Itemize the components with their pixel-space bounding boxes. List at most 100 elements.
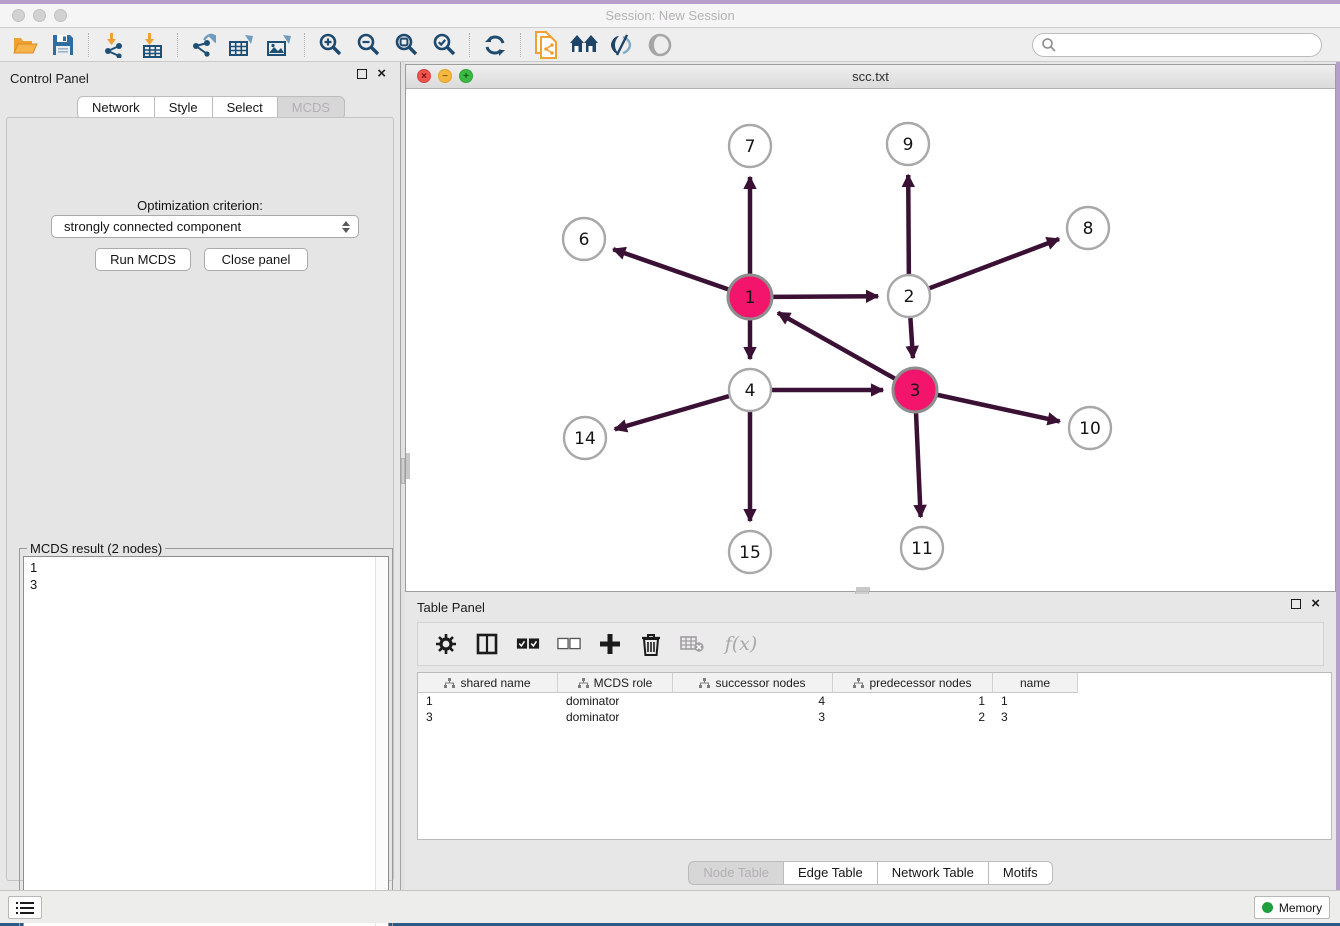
task-list-icon [16, 901, 34, 915]
criterion-select[interactable]: strongly connected component [51, 215, 359, 238]
graph-node-8[interactable]: 8 [1067, 207, 1109, 249]
graph-node-10[interactable]: 10 [1069, 407, 1111, 449]
close-table-panel-icon[interactable]: × [1311, 599, 1320, 609]
task-history-button[interactable] [8, 896, 42, 919]
table-cell[interactable]: 4 [673, 693, 833, 709]
delete-table-icon[interactable] [680, 632, 704, 656]
table-tab-edge-table[interactable]: Edge Table [784, 861, 878, 885]
export-image-icon[interactable] [260, 30, 298, 60]
table-tab-motifs[interactable]: Motifs [989, 861, 1053, 885]
table-cell[interactable]: 3 [673, 709, 833, 725]
graph-node-3[interactable]: 3 [893, 368, 937, 412]
graph-node-6[interactable]: 6 [563, 218, 605, 260]
apply-function-icon[interactable]: f(x) [721, 632, 761, 656]
export-network-icon[interactable] [184, 30, 222, 60]
mcds-result-textarea[interactable]: 1 3 [23, 556, 389, 926]
zoom-in-icon[interactable] [311, 30, 349, 60]
graph-node-11[interactable]: 11 [901, 527, 943, 569]
search-input[interactable] [1057, 36, 1321, 54]
show-column-icon[interactable] [475, 632, 499, 656]
graph-node-2[interactable]: 2 [888, 275, 930, 317]
run-mcds-button[interactable]: Run MCDS [95, 248, 191, 271]
memory-label: Memory [1279, 901, 1322, 915]
graph-edge-3-11[interactable] [916, 413, 921, 517]
table-tab-network-table[interactable]: Network Table [878, 861, 989, 885]
graph-node-9[interactable]: 9 [887, 123, 929, 165]
result-scrollbar[interactable] [375, 557, 388, 926]
tree-icon [853, 678, 864, 689]
table-panel-title: Table Panel [417, 600, 485, 615]
graph-edge-2-8[interactable] [930, 239, 1059, 288]
graph-edge-2-3[interactable] [910, 318, 913, 358]
table-cell[interactable]: dominator [558, 693, 673, 709]
save-session-icon[interactable] [44, 30, 82, 60]
column-header-mcds-role[interactable]: MCDS role [558, 673, 673, 693]
graph-node-14[interactable]: 14 [564, 417, 606, 459]
mcds-result-lines: 1 3 [30, 559, 37, 593]
table-cell[interactable]: dominator [558, 709, 673, 725]
network-canvas[interactable]: 1 2 3 4 6 7 8 9 10 11 14 15 [406, 89, 1335, 591]
node-table: shared nameMCDS rolesuccessor nodesprede… [417, 672, 1332, 840]
close-panel-icon[interactable]: × [377, 69, 386, 79]
graph-node-7[interactable]: 7 [729, 125, 771, 167]
svg-text:3: 3 [910, 381, 921, 401]
graph-node-15[interactable]: 15 [729, 531, 771, 573]
clone-network-icon[interactable] [527, 30, 565, 60]
close-panel-button[interactable]: Close panel [204, 248, 308, 271]
network-vertical-scrollbar[interactable] [406, 453, 410, 479]
column-header-predecessor-nodes[interactable]: predecessor nodes [833, 673, 993, 693]
zoom-out-icon[interactable] [349, 30, 387, 60]
graph-edge-3-10[interactable] [937, 395, 1059, 422]
graph-edge-2-9[interactable] [908, 175, 909, 274]
table-cell[interactable]: 2 [833, 709, 993, 725]
svg-text:15: 15 [739, 543, 761, 563]
graph-edge-1-6[interactable] [613, 249, 728, 289]
table-row[interactable]: 3dominator323 [418, 709, 1331, 725]
zoom-fit-icon[interactable] [387, 30, 425, 60]
table-cell[interactable]: 1 [993, 693, 1078, 709]
tree-icon [699, 678, 710, 689]
hide-panel-icon[interactable] [603, 30, 641, 60]
add-row-icon[interactable] [598, 632, 622, 656]
import-table-icon[interactable] [133, 30, 171, 60]
search-field[interactable] [1032, 33, 1322, 57]
refresh-layout-icon[interactable] [476, 30, 514, 60]
graph-node-1[interactable]: 1 [728, 275, 772, 319]
graph-edge-1-2[interactable] [773, 296, 878, 297]
column-header-shared-name[interactable]: shared name [418, 673, 558, 693]
column-header-successor-nodes[interactable]: successor nodes [673, 673, 833, 693]
table-options-icon[interactable] [434, 632, 458, 656]
float-panel-icon[interactable] [357, 69, 367, 79]
select-all-checks-icon[interactable] [516, 632, 540, 656]
table-cell[interactable]: 3 [418, 709, 558, 725]
home-view-icon[interactable] [565, 30, 603, 60]
deselect-all-checks-icon[interactable] [557, 632, 581, 656]
svg-text:14: 14 [574, 429, 596, 449]
export-table-icon[interactable] [222, 30, 260, 60]
table-cell[interactable]: 3 [993, 709, 1078, 725]
table-tab-node-table[interactable]: Node Table [688, 861, 784, 885]
control-panel-title: Control Panel [10, 71, 89, 86]
graph-edge-4-14[interactable] [615, 396, 729, 429]
bird-eye-view-icon[interactable] [641, 30, 679, 60]
table-cell[interactable]: 1 [418, 693, 558, 709]
svg-text:10: 10 [1079, 419, 1101, 439]
column-header-name[interactable]: name [993, 673, 1078, 693]
import-network-icon[interactable] [95, 30, 133, 60]
graph-edge-3-1[interactable] [778, 313, 895, 379]
svg-text:2: 2 [904, 287, 915, 307]
delete-row-icon[interactable] [639, 632, 663, 656]
table-tabs: Node TableEdge TableNetwork TableMotifs [688, 861, 1052, 885]
network-view-window: × − + scc.txt 1234678910111415 [405, 64, 1336, 592]
table-header-row: shared nameMCDS rolesuccessor nodesprede… [418, 673, 1078, 693]
application-window: Session: New Session [0, 0, 1340, 926]
float-table-panel-icon[interactable] [1291, 599, 1301, 609]
table-cell[interactable]: 1 [833, 693, 993, 709]
graph-node-4[interactable]: 4 [729, 369, 771, 411]
mcds-panel: Optimization criterion: strongly connect… [6, 117, 394, 881]
open-session-icon[interactable] [6, 30, 44, 60]
table-row[interactable]: 1dominator411 [418, 693, 1331, 709]
memory-button[interactable]: Memory [1254, 896, 1330, 919]
zoom-selected-icon[interactable] [425, 30, 463, 60]
table-body: 1dominator4113dominator323 [418, 693, 1331, 725]
